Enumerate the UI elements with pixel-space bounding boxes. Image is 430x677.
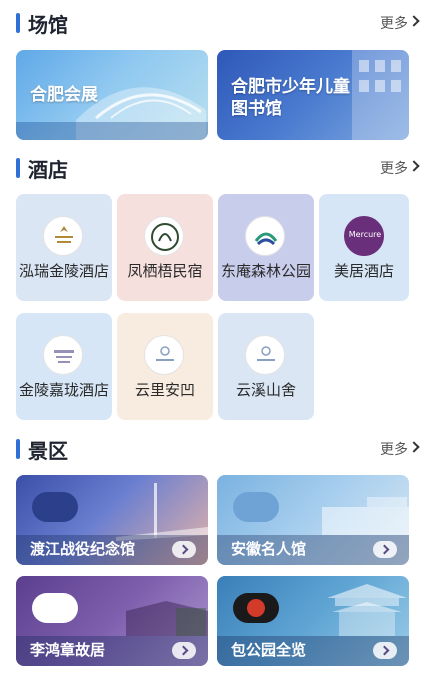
pagoda-icon: [233, 593, 279, 623]
hotel-name: 云里安凹: [134, 381, 195, 399]
scenic-name: 渡江战役纪念馆: [30, 540, 136, 558]
hotel-name: 美居酒店: [333, 262, 394, 280]
section-title-hotels: 酒店: [28, 158, 68, 182]
section-accent-bar: [16, 439, 20, 459]
hotel-logo-icon: [245, 216, 285, 256]
scenic-name: 包公园全览: [231, 641, 307, 659]
hotel-name: 凤栖梧民宿: [127, 262, 203, 280]
chevron-right-icon[interactable]: [408, 15, 420, 27]
section-header-venues: 场馆 更多: [0, 8, 430, 38]
venue-name: 合肥市少年儿童图书馆: [231, 77, 350, 119]
scenic-card[interactable]: 渡江战役纪念馆: [16, 475, 208, 565]
hotel-card[interactable]: 泓瑞金陵酒店: [16, 194, 112, 301]
venue-card-exhibition[interactable]: 合肥会展: [16, 50, 208, 140]
venue-name: 合肥会展: [30, 85, 98, 105]
hotel-name: 东庵森林公园: [220, 262, 311, 280]
section-accent-bar: [16, 13, 20, 33]
section-title-venues: 场馆: [28, 13, 68, 37]
scenic-card[interactable]: 李鸿章故居: [16, 576, 208, 666]
hotel-logo-icon: [43, 335, 83, 375]
hotel-card[interactable]: 凤栖梧民宿: [117, 194, 213, 301]
arrow-right-icon[interactable]: [172, 642, 196, 659]
arrow-right-icon[interactable]: [373, 642, 397, 659]
scenic-name: 安徽名人馆: [231, 540, 307, 558]
arrow-right-icon[interactable]: [172, 541, 196, 558]
hotel-logo-icon: Mercure: [344, 216, 384, 256]
arrow-right-icon[interactable]: [373, 541, 397, 558]
hotel-card[interactable]: 云里安凹: [117, 313, 213, 420]
building-icon: [233, 492, 279, 522]
monument-icon: [32, 492, 78, 522]
chevron-right-icon[interactable]: [408, 160, 420, 172]
section-title-scenic: 景区: [28, 439, 68, 463]
chevron-right-icon[interactable]: [408, 441, 420, 453]
scenic-card[interactable]: 包公园全览: [217, 576, 409, 666]
emblem-icon: [32, 593, 78, 623]
more-link-hotels[interactable]: 更多: [380, 158, 408, 178]
hotel-card[interactable]: 云溪山舍: [218, 313, 314, 420]
hotel-name: 泓瑞金陵酒店: [18, 262, 109, 280]
venue-card-library[interactable]: 合肥市少年儿童图书馆: [217, 50, 409, 140]
hotel-logo-icon: [245, 335, 285, 375]
section-accent-bar: [16, 158, 20, 178]
scenic-name: 李鸿章故居: [30, 641, 106, 659]
section-header-scenic: 景区 更多: [0, 434, 430, 464]
hotel-card[interactable]: 东庵森林公园: [218, 194, 314, 301]
hotel-logo-icon: [144, 335, 184, 375]
scenic-card[interactable]: 安徽名人馆: [217, 475, 409, 565]
more-link-scenic[interactable]: 更多: [380, 439, 408, 459]
more-link-venues[interactable]: 更多: [380, 13, 408, 33]
hotel-name: 金陵嘉珑酒店: [18, 381, 109, 399]
hotel-card[interactable]: 金陵嘉珑酒店: [16, 313, 112, 420]
hotel-name: 云溪山舍: [235, 381, 296, 399]
section-header-hotels: 酒店 更多: [0, 153, 430, 183]
hotel-card[interactable]: Mercure 美居酒店: [319, 194, 409, 301]
logo-text: Mercure: [348, 230, 382, 239]
hotel-logo-icon: [144, 216, 184, 256]
hotel-logo-icon: [43, 216, 83, 256]
